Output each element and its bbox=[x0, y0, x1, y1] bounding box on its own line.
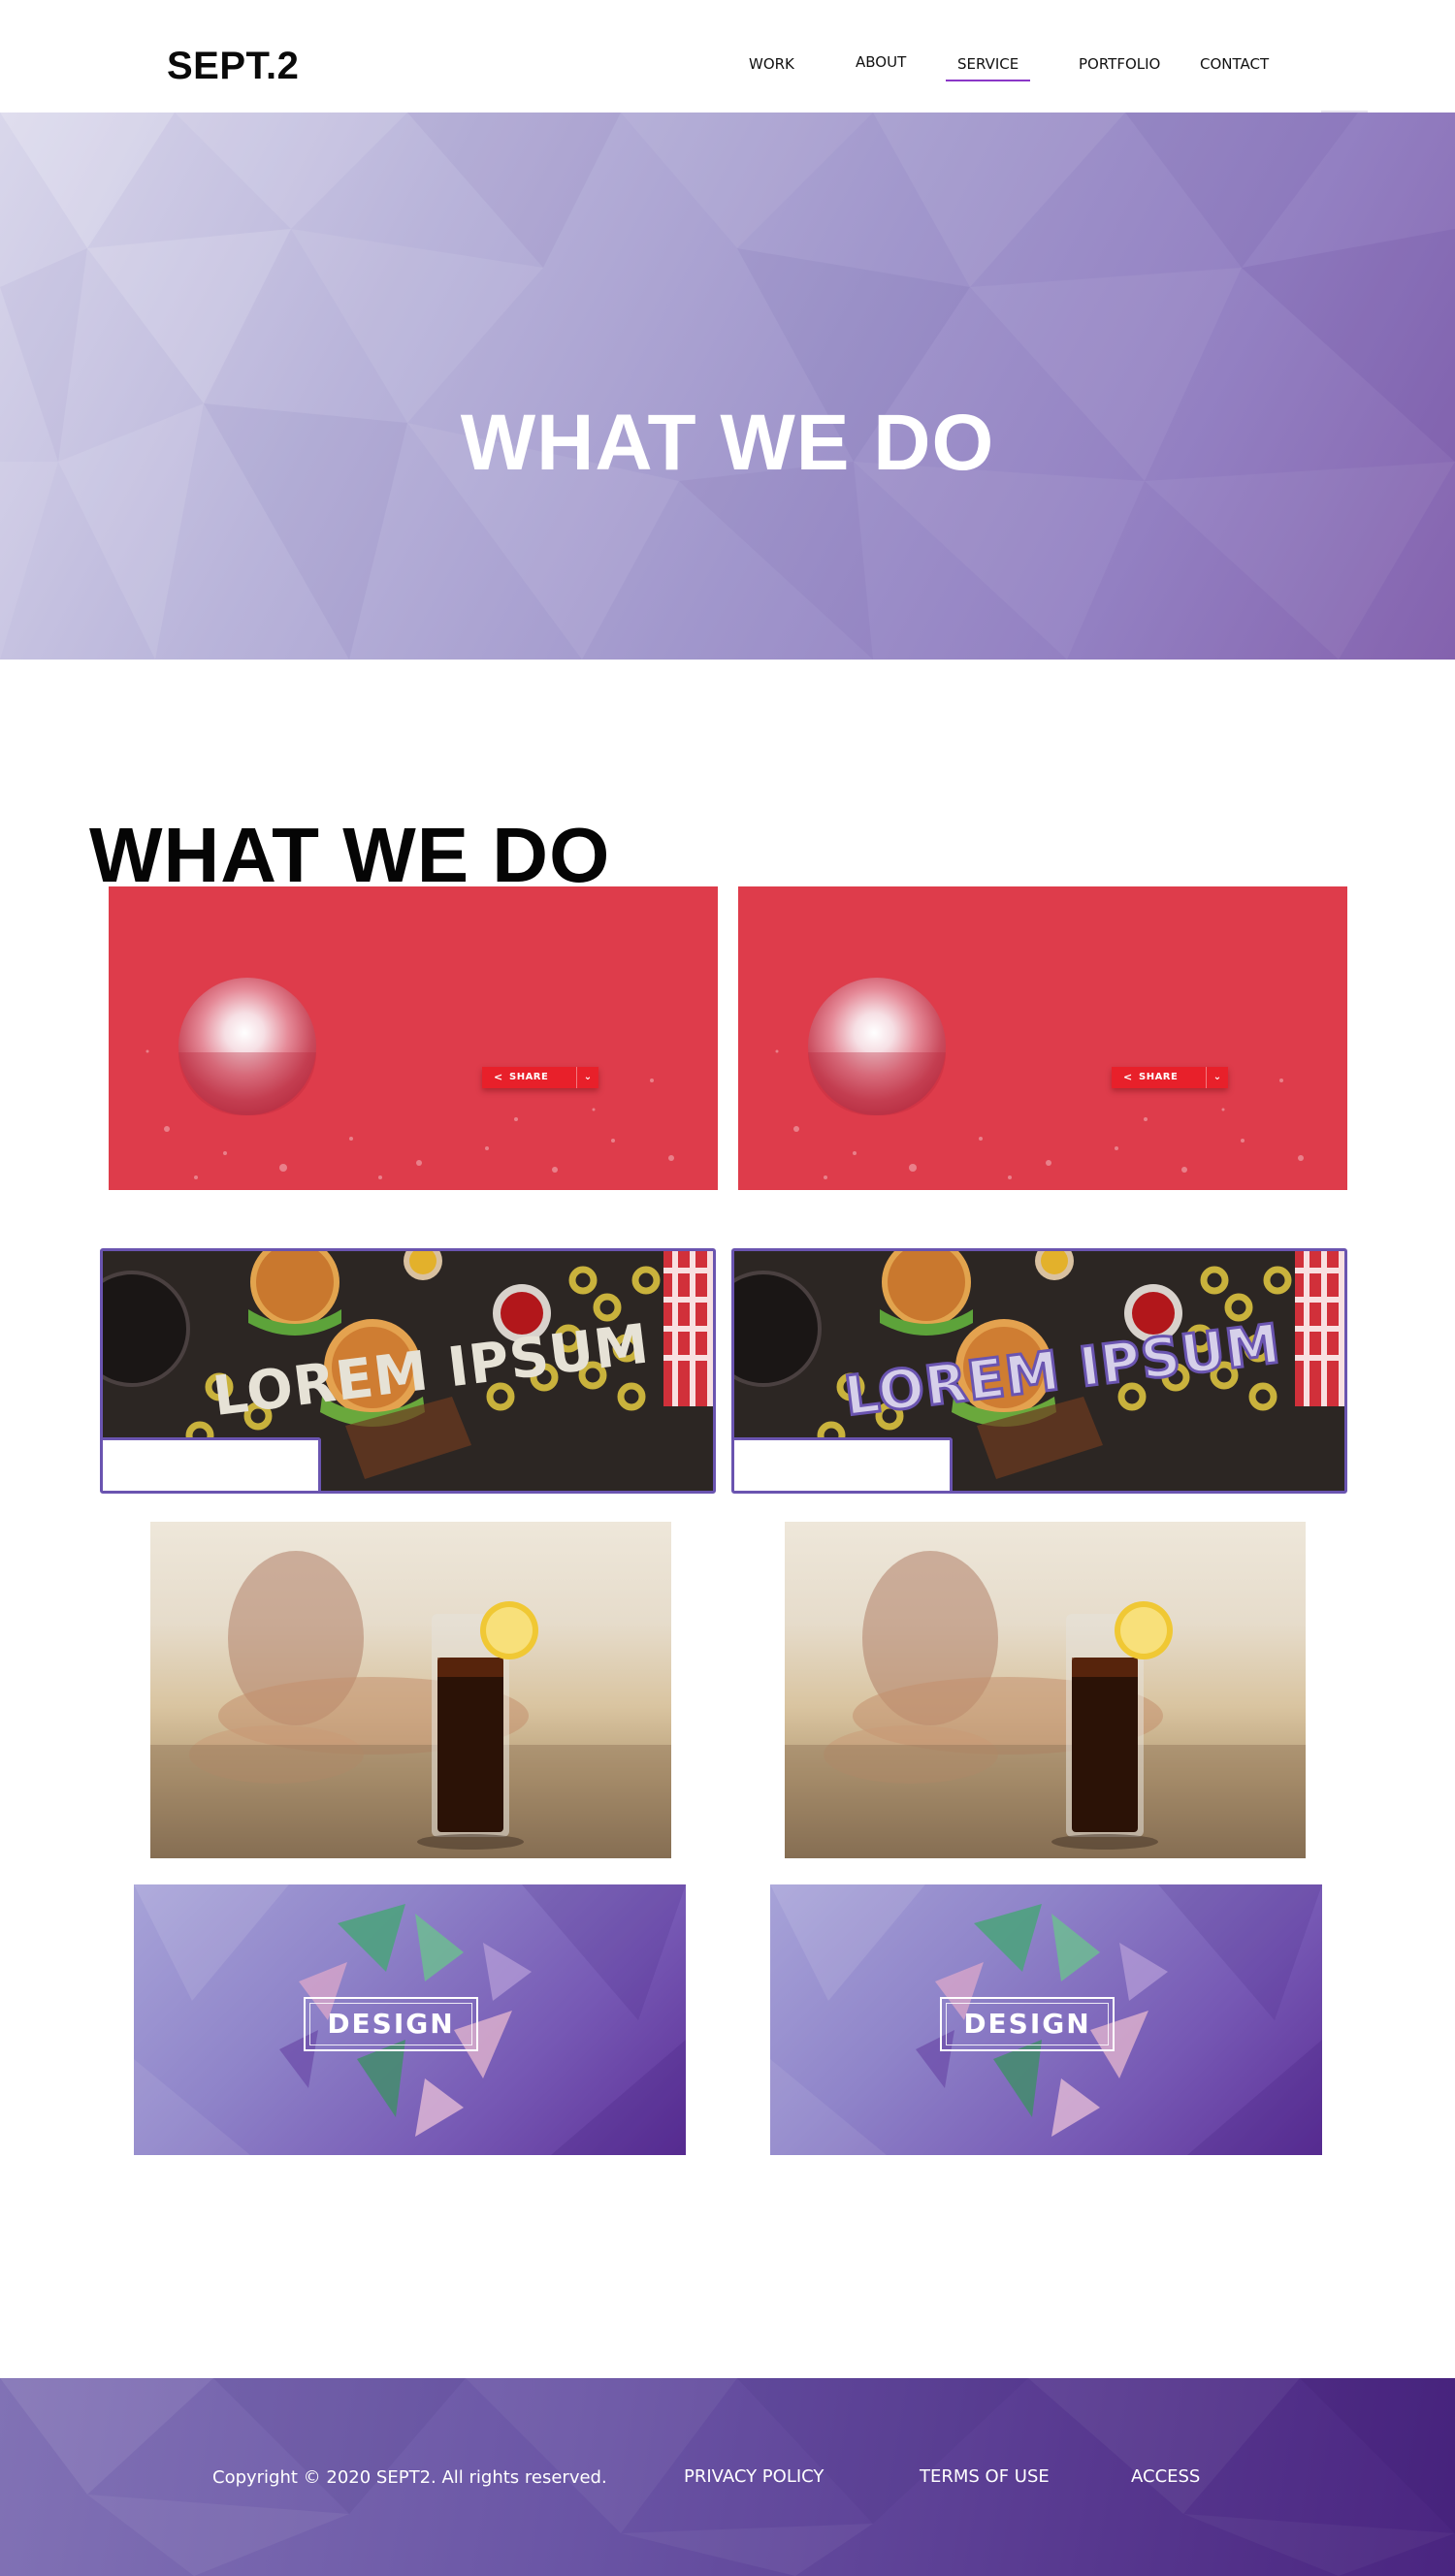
design-card-right[interactable]: DESIGN bbox=[770, 1884, 1322, 2155]
nav-about[interactable]: ABOUT bbox=[856, 52, 906, 72]
nav-contact[interactable]: CONTACT bbox=[1200, 54, 1269, 74]
nav-portfolio[interactable]: PORTFOLIO bbox=[1079, 54, 1160, 74]
hero-title: WHAT WE DO bbox=[460, 398, 995, 487]
cola-beach-photo bbox=[150, 1551, 671, 1858]
site-header: SEPT.2 WORK ABOUT SERVICE PORTFOLIO CONT… bbox=[0, 0, 1455, 113]
share-card-right[interactable]: < SHARE ⌄ bbox=[738, 886, 1347, 1190]
share-button[interactable]: < SHARE ⌄ bbox=[482, 1067, 598, 1088]
share-button-label: SHARE bbox=[509, 1072, 549, 1082]
hero-banner: WHAT WE DO bbox=[0, 113, 1455, 660]
chevron-down-icon[interactable]: ⌄ bbox=[1206, 1067, 1228, 1088]
share-icon: < bbox=[1123, 1071, 1133, 1083]
cloud-planet-image bbox=[808, 978, 946, 1115]
privacy-policy-link[interactable]: PRIVACY POLICY bbox=[684, 2465, 824, 2489]
low-poly-background bbox=[0, 113, 1455, 660]
food-card-right[interactable]: LOREM IPSUM bbox=[731, 1248, 1347, 1494]
food-card-left[interactable]: LOREM IPSUM bbox=[100, 1248, 716, 1494]
nav-work[interactable]: WORK bbox=[749, 54, 794, 74]
share-button-label: SHARE bbox=[1139, 1072, 1179, 1082]
nav-service[interactable]: SERVICE bbox=[946, 54, 1031, 81]
design-label-box: DESIGN bbox=[304, 1997, 478, 2051]
cola-card-left[interactable] bbox=[150, 1522, 671, 1858]
site-logo[interactable]: SEPT.2 bbox=[167, 43, 299, 89]
chevron-down-icon[interactable]: ⌄ bbox=[576, 1067, 598, 1088]
copyright-text: Copyright © 2020 SEPT2. All rights reser… bbox=[212, 2467, 607, 2488]
design-label: DESIGN bbox=[327, 2008, 455, 2040]
share-button[interactable]: < SHARE ⌄ bbox=[1112, 1067, 1228, 1088]
design-label-box: DESIGN bbox=[940, 1997, 1115, 2051]
share-card-left[interactable]: < SHARE ⌄ bbox=[109, 886, 718, 1190]
terms-of-use-link[interactable]: TERMS OF USE bbox=[920, 2465, 1050, 2489]
cola-card-right[interactable] bbox=[785, 1522, 1306, 1858]
access-link[interactable]: ACCESS bbox=[1131, 2465, 1200, 2489]
cola-beach-photo bbox=[785, 1551, 1306, 1858]
share-icon: < bbox=[494, 1071, 503, 1083]
design-label: DESIGN bbox=[963, 2008, 1091, 2040]
design-card-left[interactable]: DESIGN bbox=[134, 1884, 686, 2155]
food-card-tab bbox=[734, 1437, 953, 1491]
site-footer: Copyright © 2020 SEPT2. All rights reser… bbox=[0, 2378, 1455, 2576]
food-card-tab bbox=[103, 1437, 321, 1491]
cloud-planet-image bbox=[178, 978, 316, 1115]
